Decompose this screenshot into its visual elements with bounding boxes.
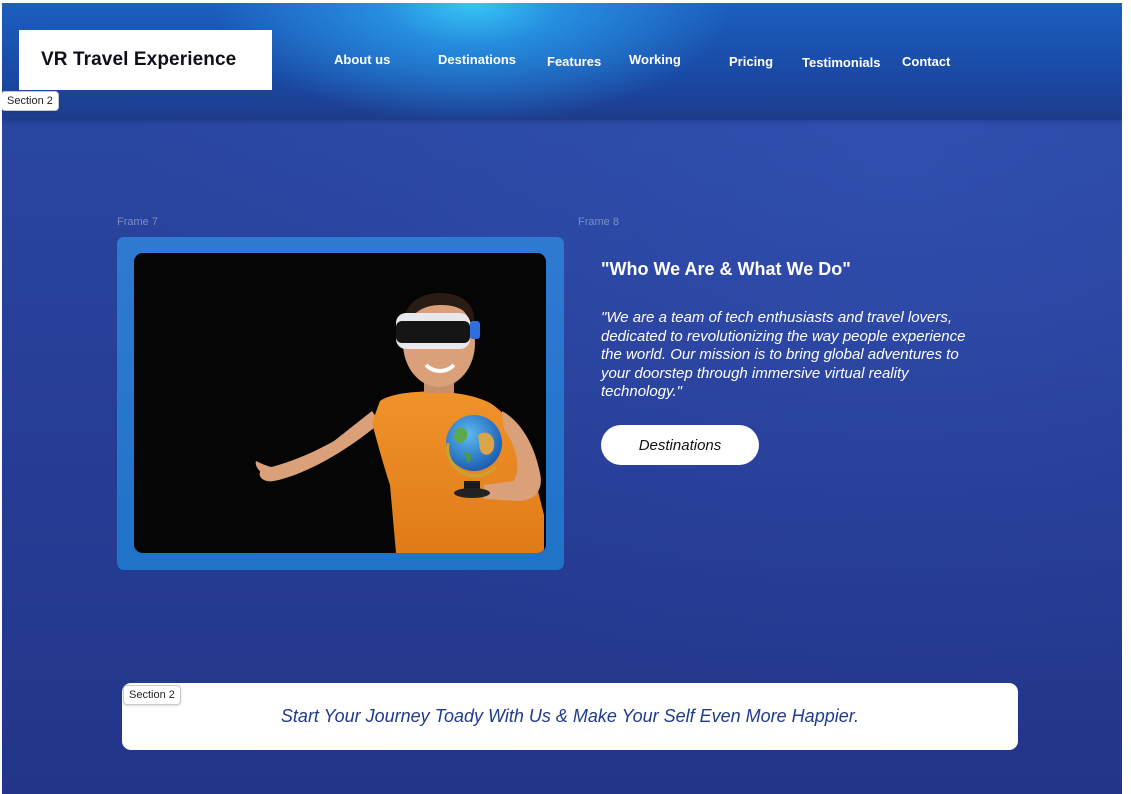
nav-features[interactable]: Features	[547, 54, 601, 69]
about-paragraph: "We are a team of tech enthusiasts and t…	[601, 309, 966, 400]
site-header: VR Travel Experience About us Destinatio…	[2, 3, 1122, 120]
destinations-button[interactable]: Destinations	[601, 425, 759, 465]
journey-banner: Start Your Journey Toady With Us & Make …	[122, 683, 1018, 750]
brand-title: VR Travel Experience	[41, 49, 237, 70]
nav-contact[interactable]: Contact	[902, 54, 950, 69]
about-heading: "Who We Are & What We Do"	[601, 259, 851, 279]
vr-person-photo	[134, 253, 546, 553]
section-tag-top[interactable]: Section 2	[2, 91, 59, 111]
section-tag-bottom[interactable]: Section 2	[123, 685, 181, 705]
frame-label-left: Frame 7	[117, 216, 158, 228]
nav-testimonials[interactable]: Testimonials	[802, 55, 881, 70]
nav-destinations[interactable]: Destinations	[438, 52, 516, 67]
nav-about-us[interactable]: About us	[334, 52, 390, 67]
banner-text: Start Your Journey Toady With Us & Make …	[280, 706, 860, 726]
image-frame	[117, 237, 564, 570]
page-canvas: VR Travel Experience About us Destinatio…	[2, 3, 1122, 794]
nav-pricing[interactable]: Pricing	[729, 54, 773, 69]
frame-label-right: Frame 8	[578, 216, 619, 228]
nav-working[interactable]: Working	[629, 52, 681, 67]
vr-person-illustration	[134, 253, 546, 553]
brand-logo-box[interactable]: VR Travel Experience	[19, 30, 272, 90]
